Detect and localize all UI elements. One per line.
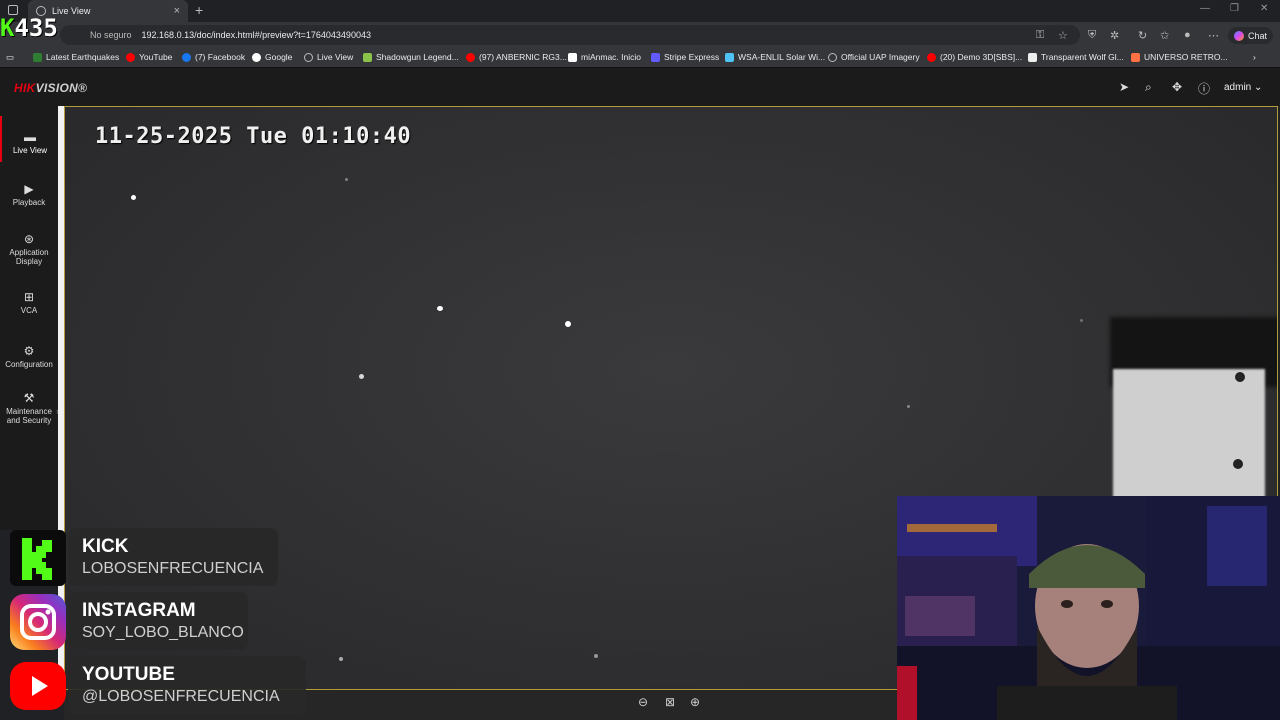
- video-light-spot: [594, 654, 598, 658]
- application-icon: ⊛: [23, 232, 35, 246]
- bookmark-item[interactable]: (7) Facebook: [182, 52, 245, 62]
- instagram-logo-icon: [10, 594, 66, 650]
- favorites-icon[interactable]: ✩: [1160, 29, 1169, 42]
- video-light-spot: [131, 195, 136, 200]
- lit-foreground-object: [1113, 369, 1265, 504]
- tools-icon[interactable]: ✥: [1172, 80, 1182, 94]
- chat-button[interactable]: Chat: [1228, 27, 1274, 44]
- social-handle: @LOBOSENFRECUENCIA: [82, 688, 280, 705]
- bookmark-item[interactable]: miAnmac. Inicio: [568, 52, 641, 62]
- youtube-logo-icon: [10, 662, 66, 710]
- webcam-overlay: [897, 496, 1280, 720]
- user-menu[interactable]: admin ⌄: [1224, 82, 1262, 93]
- close-window-icon[interactable]: ✕: [1260, 3, 1268, 14]
- social-title: YOUTUBE: [82, 664, 175, 685]
- more-menu-icon[interactable]: ⋯: [1208, 29, 1219, 42]
- maximize-icon[interactable]: ❐: [1230, 3, 1239, 14]
- copilot-icon: [1234, 30, 1244, 41]
- social-handle: SOY_LOBO_BLANCO: [82, 624, 244, 641]
- bookmark-item[interactable]: Stripe Express: [651, 52, 719, 62]
- chat-label: Chat: [1248, 30, 1268, 41]
- viewer-counter-overlay: K435: [0, 14, 58, 42]
- sync-icon[interactable]: ↻: [1138, 29, 1147, 42]
- next-icon[interactable]: ⊕: [690, 695, 700, 709]
- kick-logo-icon: [10, 530, 66, 586]
- minimize-icon[interactable]: —: [1200, 3, 1210, 14]
- bookmark-item[interactable]: (97) ANBERNIC RG3...: [466, 52, 567, 62]
- key-icon[interactable]: ⚿: [1036, 29, 1044, 42]
- close-tab-icon[interactable]: ×: [174, 5, 180, 17]
- nav-playback[interactable]: ▶ Playback: [0, 182, 58, 207]
- search-icon[interactable]: ⌕: [1145, 80, 1152, 95]
- nav-configuration[interactable]: ⚙ Configuration: [0, 344, 58, 369]
- nav-application-display[interactable]: ⊛ Application Display: [0, 232, 58, 266]
- vca-icon: ⊞: [23, 290, 35, 304]
- address-bar[interactable]: No seguro 192.168.0.13/doc/index.html#/p…: [60, 25, 1080, 45]
- bookmark-item[interactable]: (20) Demo 3D[SBS]...: [927, 52, 1022, 62]
- security-indicator[interactable]: No seguro: [90, 30, 132, 40]
- bookmark-item[interactable]: Shadowgun Legend...: [363, 52, 459, 62]
- hikvision-header: HIKVISION® ➤ ⌕ ✥ ⓘ admin ⌄: [0, 68, 1280, 106]
- social-title: KICK: [82, 536, 129, 557]
- extensions-icon[interactable]: ✲: [1110, 29, 1119, 42]
- new-tab-button[interactable]: +: [195, 2, 203, 18]
- bookmark-item[interactable]: Official UAP Imagery: [828, 52, 920, 62]
- object-mark: [1235, 372, 1245, 382]
- video-light-spot: [437, 306, 443, 311]
- social-handle: LOBOSENFRECUENCIA: [82, 560, 264, 577]
- profile-avatar-icon[interactable]: ●: [1184, 29, 1191, 41]
- nav-vca[interactable]: ⊞ VCA: [0, 290, 58, 315]
- bookmarks-overflow-icon[interactable]: ›: [1253, 52, 1256, 62]
- bookmark-item[interactable]: Transparent Wolf Gl...: [1028, 52, 1124, 62]
- nav-live-view[interactable]: ▬ Live View: [0, 116, 58, 162]
- fullscreen-icon[interactable]: ⊠: [665, 695, 675, 709]
- viewer-count: 435: [14, 14, 58, 42]
- social-title: INSTAGRAM: [82, 600, 196, 621]
- social-instagram: INSTAGRAM SOY_LOBO_BLANCO: [0, 592, 260, 656]
- bookmark-item[interactable]: Latest Earthquakes: [33, 52, 119, 62]
- bookmark-item[interactable]: WSA-ENLIL Solar Wi...: [725, 52, 825, 62]
- video-light-spot: [565, 321, 571, 327]
- hikvision-logo: HIKVISION®: [14, 81, 88, 95]
- social-youtube: YOUTUBE @LOBOSENFRECUENCIA: [0, 656, 310, 720]
- gear-icon: ⚙: [23, 344, 35, 358]
- osd-timestamp: 11-25-2025 Tue 01:10:40: [95, 124, 412, 149]
- playback-icon: ▶: [24, 182, 34, 196]
- send-icon[interactable]: ➤: [1119, 80, 1129, 94]
- video-light-spot: [345, 178, 348, 181]
- nav-maintenance-security[interactable]: ⚒ Maintenance and Security: [0, 391, 58, 425]
- side-navigation: ▬ Live View ▶ Playback ⊛ Application Dis…: [0, 106, 59, 530]
- maintenance-icon: ⚒: [23, 391, 35, 405]
- url-text[interactable]: 192.168.0.13/doc/index.html#/preview?t=1…: [142, 30, 371, 40]
- object-mark: [1233, 459, 1243, 469]
- previous-icon[interactable]: ⊖: [638, 695, 648, 709]
- browser-tab-bar: Live View × + — ❐ ✕: [0, 0, 1280, 22]
- live-view-icon: ▬: [24, 130, 36, 144]
- bookmarks-bar: ▭ Latest Earthquakes YouTube (7) Faceboo…: [0, 48, 1280, 68]
- star-icon[interactable]: ☆: [1058, 29, 1068, 42]
- reading-mode-icon[interactable]: ▭: [6, 52, 14, 63]
- info-icon[interactable]: ⓘ: [1198, 80, 1210, 97]
- kick-k-glyph: K: [0, 14, 15, 42]
- video-light-spot: [339, 657, 343, 661]
- extension-shield-icon[interactable]: ⛨: [1088, 29, 1096, 42]
- bookmark-item[interactable]: Live View: [304, 52, 353, 62]
- video-light-spot: [1080, 319, 1083, 322]
- video-light-spot: [907, 405, 910, 408]
- bookmark-item[interactable]: YouTube: [126, 52, 172, 62]
- webcam-feed: [897, 496, 1280, 720]
- chevron-down-icon: ⌄: [1254, 82, 1263, 93]
- bookmark-item[interactable]: Google: [252, 52, 292, 62]
- video-light-spot: [359, 374, 364, 379]
- bookmark-item[interactable]: UNIVERSO RETRO...: [1131, 52, 1228, 62]
- social-kick: KICK LOBOSENFRECUENCIA: [0, 528, 290, 592]
